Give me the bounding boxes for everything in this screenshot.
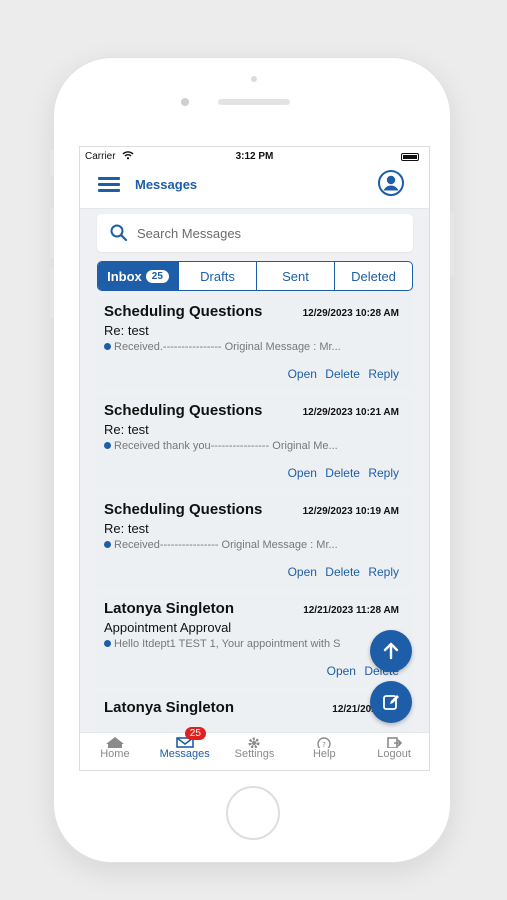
- tab-sent[interactable]: Sent: [256, 262, 334, 290]
- home-icon: [105, 737, 124, 748]
- list-item[interactable]: Scheduling Questions 12/29/2023 10:19 AM…: [97, 495, 413, 588]
- user-circle-icon[interactable]: [377, 169, 405, 197]
- bottom-tab-bar: Home Messages 25 Settings ? Help Logout: [80, 727, 429, 770]
- message-subject: Re: test: [104, 521, 149, 536]
- list-item[interactable]: Latonya Singleton 12/21/2023 11:28 AM Ap…: [97, 594, 413, 687]
- message-list: Scheduling Questions 12/29/2023 10:28 AM…: [97, 297, 413, 734]
- tab-inbox[interactable]: Inbox 25: [98, 262, 178, 290]
- hamburger-icon[interactable]: [98, 177, 120, 193]
- message-subject: Re: test: [104, 323, 149, 338]
- scroll-top-button[interactable]: [370, 630, 412, 672]
- unread-dot-icon: [104, 442, 111, 449]
- tabbar-logout[interactable]: Logout: [359, 733, 429, 770]
- compose-button[interactable]: [370, 681, 412, 723]
- tabbar-messages[interactable]: Messages 25: [150, 727, 220, 770]
- tab-label: Inbox: [107, 268, 142, 284]
- messages-count-badge: 25: [184, 727, 206, 740]
- page-title: Messages: [135, 177, 198, 192]
- help-icon: ?: [317, 737, 331, 748]
- delete-link[interactable]: Delete: [325, 565, 360, 579]
- unread-dot-icon: [104, 640, 111, 647]
- message-preview: Received.---------------- Original Messa…: [104, 341, 406, 353]
- list-item[interactable]: Latonya Singleton 12/21/2023 11:: [97, 693, 413, 734]
- tabbar-label: Messages: [159, 748, 210, 760]
- inbox-count-badge: 25: [145, 269, 169, 283]
- logout-icon: [387, 737, 403, 748]
- message-subject: Appointment Approval: [104, 620, 232, 635]
- message-preview: Received thank you---------------- Origi…: [104, 440, 406, 452]
- delete-link[interactable]: Delete: [325, 466, 360, 480]
- gear-icon: [248, 737, 260, 748]
- earpiece-speaker: [218, 99, 290, 105]
- delete-link[interactable]: Delete: [325, 367, 360, 381]
- status-bar: Carrier 3:12 PM: [80, 147, 429, 167]
- search-bar: [97, 214, 413, 252]
- message-subject: Re: test: [104, 422, 149, 437]
- tabbar-settings[interactable]: Settings: [220, 733, 290, 770]
- message-date: 12/21/2023 11:28 AM: [303, 605, 399, 616]
- message-actions: Open Delete Reply: [283, 367, 399, 381]
- tab-label: Sent: [282, 268, 309, 284]
- compose-icon: [383, 695, 399, 710]
- tabbar-home[interactable]: Home: [80, 733, 150, 770]
- message-preview: Hello Itdept1 TEST 1, Your appointment w…: [104, 638, 406, 650]
- preview-text: Received thank you---------------- Origi…: [114, 440, 338, 452]
- preview-text: Hello Itdept1 TEST 1, Your appointment w…: [114, 638, 341, 650]
- tab-drafts[interactable]: Drafts: [178, 262, 256, 290]
- side-button: [50, 150, 54, 176]
- open-link[interactable]: Open: [288, 367, 317, 381]
- front-camera: [181, 98, 189, 106]
- reply-link[interactable]: Reply: [368, 565, 399, 579]
- message-actions: Open Delete Reply: [283, 565, 399, 579]
- tabbar-label: Help: [312, 748, 336, 760]
- app-header: Messages: [80, 167, 429, 209]
- tabbar-label: Home: [100, 748, 130, 760]
- status-time: 3:12 PM: [235, 151, 274, 162]
- side-button: [50, 208, 54, 258]
- tab-label: Deleted: [351, 268, 396, 284]
- tab-deleted[interactable]: Deleted: [334, 262, 412, 290]
- tabbar-label: Logout: [377, 748, 411, 760]
- side-button: [50, 268, 54, 318]
- preview-text: Received---------------- Original Messag…: [114, 539, 338, 551]
- battery-icon: [401, 153, 419, 161]
- list-item[interactable]: Scheduling Questions 12/29/2023 10:21 AM…: [97, 396, 413, 489]
- open-link[interactable]: Open: [327, 664, 356, 678]
- svg-text:?: ?: [322, 741, 326, 748]
- tabbar-label: Settings: [234, 748, 275, 760]
- reply-link[interactable]: Reply: [368, 367, 399, 381]
- unread-dot-icon: [104, 541, 111, 548]
- message-actions: Open Delete Reply: [283, 466, 399, 480]
- tab-label: Drafts: [200, 268, 235, 284]
- folder-tabs: Inbox 25 Drafts Sent Deleted: [97, 261, 413, 291]
- search-icon: [110, 224, 128, 242]
- preview-text: Received.---------------- Original Messa…: [114, 341, 341, 353]
- reply-link[interactable]: Reply: [368, 466, 399, 480]
- arrow-up-icon: [383, 642, 399, 660]
- tabbar-help[interactable]: ? Help: [289, 733, 359, 770]
- message-date: 12/29/2023 10:21 AM: [302, 407, 399, 418]
- open-link[interactable]: Open: [288, 565, 317, 579]
- open-link[interactable]: Open: [288, 466, 317, 480]
- message-preview: Received---------------- Original Messag…: [104, 539, 406, 551]
- message-date: 12/29/2023 10:28 AM: [302, 308, 399, 319]
- list-item[interactable]: Scheduling Questions 12/29/2023 10:28 AM…: [97, 297, 413, 390]
- search-input[interactable]: [137, 223, 397, 243]
- proximity-sensor: [251, 76, 257, 82]
- unread-dot-icon: [104, 343, 111, 350]
- message-date: 12/29/2023 10:19 AM: [302, 506, 399, 517]
- side-button: [450, 212, 454, 276]
- app-screen: Carrier 3:12 PM Messages Inbox 25 Drafts…: [79, 146, 430, 771]
- home-button[interactable]: [226, 786, 280, 840]
